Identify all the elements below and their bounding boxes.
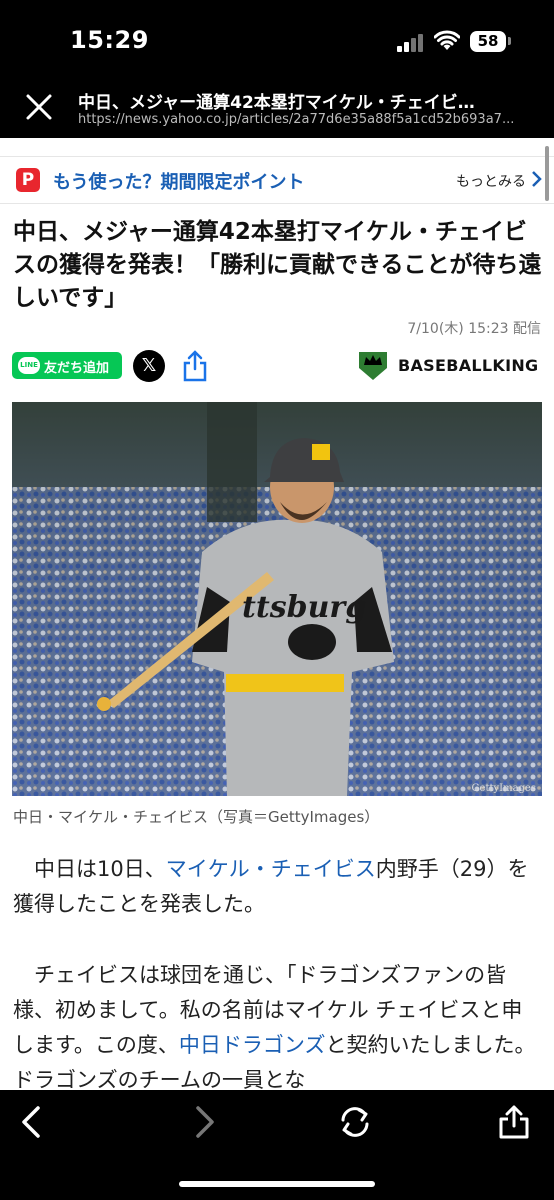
player-photo-graphic: ttsburg (12, 402, 542, 796)
line-add-friend-button[interactable]: LINE 友だち追加 (12, 352, 122, 379)
share-toolbar-icon[interactable] (496, 1104, 532, 1140)
x-share-button[interactable]: 𝕏 (133, 350, 165, 382)
web-content: P もう使った？期間限定ポイント もっとみる 中日、メジャー通算42本塁打マイケ… (0, 138, 554, 1090)
divider (0, 203, 554, 204)
line-button-label: 友だち追加 (44, 361, 110, 376)
battery-icon: 58 (470, 31, 506, 52)
publish-date: 7/10(木) 15:23 配信 (407, 321, 541, 337)
cellular-signal-icon (397, 34, 427, 52)
reload-icon[interactable] (337, 1104, 373, 1140)
back-icon[interactable] (14, 1104, 50, 1140)
status-bar: 15:29 58 (0, 0, 554, 78)
baseballking-logo-icon[interactable] (357, 348, 389, 382)
svg-text:ttsburg: ttsburg (242, 590, 366, 625)
battery-tip (508, 37, 511, 45)
chevron-right-icon (532, 171, 542, 187)
team-link[interactable]: 中日ドラゴンズ (179, 1033, 326, 1057)
line-icon: LINE (18, 357, 40, 374)
divider (0, 156, 554, 157)
player-link[interactable]: マイケル・チェイビス (166, 857, 376, 881)
share-icon[interactable] (182, 350, 208, 382)
promo-more-link[interactable]: もっとみる (456, 171, 526, 191)
paypay-icon: P (16, 168, 40, 192)
promo-banner[interactable]: P もう使った？期間限定ポイント もっとみる (0, 162, 554, 198)
browser-header: 中日、メジャー通算42本塁打マイケル・チェイビ… https://news.ya… (0, 78, 554, 138)
page-url: https://news.yahoo.co.jp/articles/2a77d6… (78, 112, 515, 127)
status-time: 15:29 (70, 26, 149, 54)
forward-icon[interactable] (186, 1104, 222, 1140)
article-paragraph: 中日は10日、マイケル・チェイビス内野手（29）を獲得したことを発表した。 (13, 852, 539, 922)
article-photo[interactable]: ttsburg GettyImages (12, 402, 542, 796)
scroll-indicator[interactable] (545, 146, 549, 201)
paragraph-text: 中日は10日、 (13, 857, 166, 881)
article-headline: 中日、メジャー通算42本塁打マイケル・チェイビスの獲得を発表！「勝利に貢献できる… (13, 219, 542, 311)
photo-credit: GettyImages (471, 783, 536, 794)
wifi-icon (434, 30, 460, 50)
article-paragraph: チェイビスは球団を通じ、「ドラゴンズファンの皆様、初めまして。私の名前はマイケル… (13, 958, 539, 1090)
home-indicator[interactable] (179, 1181, 375, 1187)
page-title: 中日、メジャー通算42本塁打マイケル・チェイビ… (78, 93, 475, 113)
promo-text[interactable]: もう使った？期間限定ポイント (53, 168, 304, 194)
source-name[interactable]: BASEBALLKING (398, 356, 538, 375)
photo-caption: 中日・マイケル・チェイビス（写真＝GettyImages） (13, 808, 380, 826)
close-icon[interactable] (24, 92, 54, 122)
